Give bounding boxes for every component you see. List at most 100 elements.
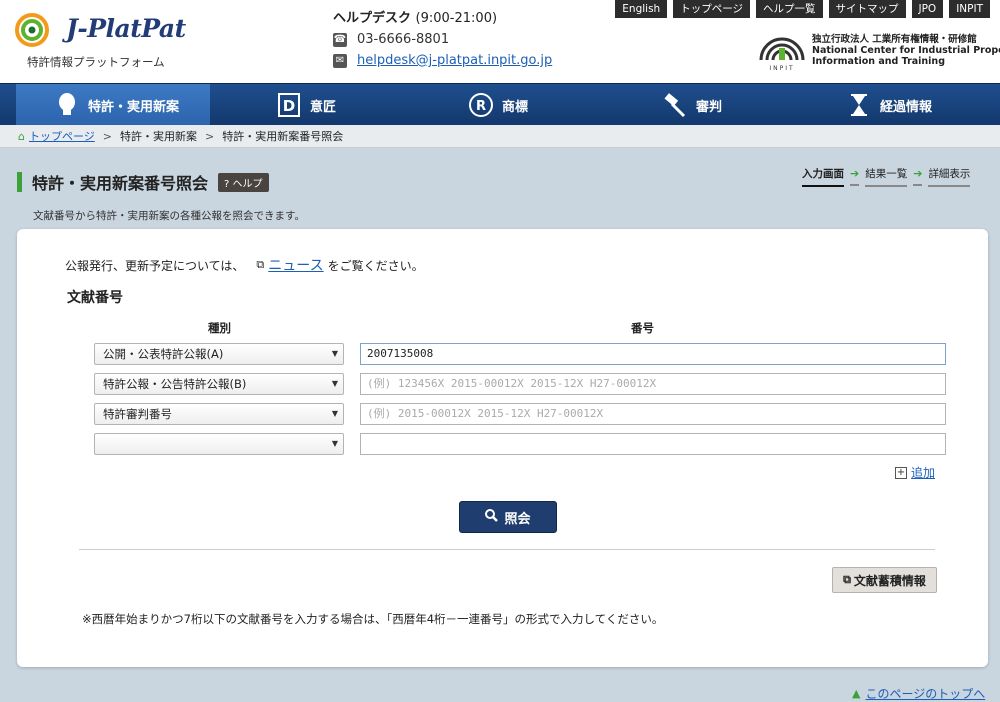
news-link[interactable]: ニュース (268, 255, 323, 275)
nav-tab-trademark-label: 商標 (502, 99, 529, 115)
page-title-row: 特許・実用新案番号照会 ? ヘルプ (17, 170, 269, 194)
design-d-icon: D (276, 92, 302, 118)
trademark-r-icon: R (468, 92, 494, 118)
external-link-icon: ⧉ (843, 573, 851, 586)
site-header: J-PlatPat 特許情報プラットフォーム ヘルプデスク (9:00-21:0… (0, 0, 1000, 83)
back-to-top[interactable]: ▲ このページのトップへ (852, 685, 985, 702)
j-platpat-logo[interactable]: J-PlatPat 特許情報プラットフォーム (14, 10, 189, 70)
step-detail: 詳細表示 (928, 166, 971, 187)
help-button[interactable]: ? ヘルプ (218, 172, 269, 192)
number-input-1[interactable]: 2007135008 (360, 343, 946, 365)
helpdesk-info: ヘルプデスク (9:00-21:00) ☎ 03-6666-8801 ✉ hel… (333, 7, 552, 68)
search-icon (485, 508, 499, 526)
search-button-label: 照会 (504, 511, 531, 527)
phone-number: 03-6666-8801 (357, 32, 450, 47)
nav-tab-trademark[interactable]: R 商標 (468, 84, 528, 126)
breadcrumb-top[interactable]: トップページ (29, 128, 95, 144)
phone-row: ☎ 03-6666-8801 (333, 32, 552, 47)
news-notice: 公報発行、更新予定については、 ⧉ ニュース をご覧ください。 (65, 255, 424, 275)
type-select-2[interactable]: 特許公報・公告特許公報(B) ▼ (94, 373, 344, 395)
type-select-4[interactable]: ▼ (94, 433, 344, 455)
arrow-right-icon: ➔ (913, 167, 923, 186)
notice-text-after: をご覧ください。 (327, 258, 424, 273)
search-button[interactable]: 照会 (459, 501, 557, 533)
inpit-name-en-1: National Center for Industrial Property (812, 45, 1000, 56)
inpit-arch-icon: INPIT (759, 37, 805, 72)
section-title: 文献番号 (67, 290, 123, 306)
nav-tab-design-label: 意匠 (310, 99, 337, 115)
nav-tab-appeal[interactable]: 審判 (662, 84, 722, 126)
number-input-2[interactable]: (例) 123456X 2015-00012X 2015-12X H27-000… (360, 373, 946, 395)
chevron-down-icon: ▼ (331, 379, 338, 388)
nav-tab-progress[interactable]: 経過情報 (846, 84, 932, 126)
hourglass-icon (846, 92, 872, 118)
chevron-down-icon: ▼ (331, 349, 338, 358)
help-button-label: ヘルプ (232, 178, 263, 190)
top-link-inpit[interactable]: INPIT (949, 0, 990, 18)
mail-icon: ✉ (333, 53, 347, 68)
inpit-name: 独立行政法人 工業所有権情報・研修館 National Center for I… (812, 34, 1000, 67)
step-indicator: 入力画面 ➔ 結果一覧 ➔ 詳細表示 (802, 166, 988, 187)
helpdesk-title: ヘルプデスク (9:00-21:00) (333, 7, 552, 26)
question-icon: ? (224, 178, 230, 190)
gavel-icon (662, 92, 688, 118)
chevron-down-icon: ▼ (331, 439, 338, 448)
breadcrumb-separator: > (204, 129, 215, 143)
number-input-4[interactable] (360, 433, 946, 455)
email-row: ✉ helpdesk@j-platpat.inpit.go.jp (333, 53, 552, 68)
page-title: 特許・実用新案番号照会 (32, 174, 209, 193)
arrow-right-icon: ➔ (850, 167, 860, 186)
title-accent-bar (17, 172, 22, 192)
external-link-icon: ⧉ (256, 258, 265, 271)
plus-icon: + (895, 466, 907, 479)
add-row-link[interactable]: 追加 (911, 464, 935, 481)
top-link-english[interactable]: English (615, 0, 668, 18)
breadcrumb-current: 特許・実用新案番号照会 (222, 130, 344, 143)
add-row[interactable]: + 追加 (895, 464, 935, 481)
nav-tab-patent[interactable]: 特許・実用新案 (16, 84, 210, 126)
main-nav: 特許・実用新案 D 意匠 R 商標 審判 経過情報 (0, 83, 1000, 126)
inpit-logo[interactable]: INPIT 独立行政法人 工業所有権情報・研修館 National Center… (757, 30, 1000, 75)
back-to-top-link[interactable]: このページのトップへ (865, 685, 985, 702)
type-select-3-value: 特許審判番号 (103, 407, 172, 421)
column-header-number: 番号 (631, 321, 654, 335)
column-header-type: 種別 (208, 321, 231, 335)
svg-text:R: R (476, 99, 486, 114)
breadcrumb-separator: > (102, 129, 112, 143)
notice-text: 公報発行、更新予定については、 (65, 258, 245, 273)
inpit-name-en-2: Information and Training (812, 56, 945, 67)
step-input: 入力画面 (802, 166, 844, 187)
email-link[interactable]: helpdesk@j-platpat.inpit.go.jp (357, 53, 552, 68)
chevron-down-icon: ▼ (331, 409, 338, 418)
input-note: ※西暦年始まりかつ7桁以下の文献番号を入力する場合は、「西暦年4桁－一連番号」の… (82, 612, 664, 626)
number-input-3[interactable]: (例) 2015-00012X 2015-12X H27-00012X (360, 403, 946, 425)
phone-icon: ☎ (333, 32, 347, 47)
inpit-mark-text: INPIT (769, 65, 794, 72)
arrow-up-icon: ▲ (852, 687, 861, 700)
search-panel: 公報発行、更新予定については、 ⧉ ニュース をご覧ください。 文献番号 種別 … (17, 229, 988, 667)
helpdesk-hours: (9:00-21:00) (415, 11, 498, 26)
type-select-1-value: 公開・公表特許公報(A) (103, 347, 224, 361)
top-link-toppage[interactable]: トップページ (673, 0, 750, 18)
type-select-2-value: 特許公報・公告特許公報(B) (103, 377, 247, 391)
bunken-info-button[interactable]: ⧉ 文献蓄積情報 (832, 567, 937, 593)
top-link-sitemap[interactable]: サイトマップ (828, 0, 906, 18)
lightbulb-icon (54, 92, 80, 118)
top-links: English トップページ ヘルプ一覧 サイトマップ JPO INPIT (609, 0, 990, 18)
nav-tab-progress-label: 経過情報 (880, 99, 933, 115)
home-icon: ⌂ (18, 129, 25, 143)
bunken-info-label: 文献蓄積情報 (853, 573, 926, 588)
type-select-3[interactable]: 特許審判番号 ▼ (94, 403, 344, 425)
helpdesk-label: ヘルプデスク (333, 11, 412, 26)
top-link-help-list[interactable]: ヘルプ一覧 (756, 0, 823, 18)
svg-text:D: D (283, 97, 295, 115)
type-select-1[interactable]: 公開・公表特許公報(A) ▼ (94, 343, 344, 365)
step-results: 結果一覧 (865, 166, 908, 187)
logo-subtitle: 特許情報プラットフォーム (27, 55, 165, 69)
logo-text: J-PlatPat (66, 14, 186, 43)
logo-swirl-icon (15, 13, 49, 47)
page-description: 文献番号から特許・実用新案の各種公報を照会できます。 (33, 210, 305, 222)
breadcrumb-patent: 特許・実用新案 (119, 130, 197, 143)
top-link-jpo[interactable]: JPO (911, 0, 944, 18)
nav-tab-design[interactable]: D 意匠 (276, 84, 336, 126)
